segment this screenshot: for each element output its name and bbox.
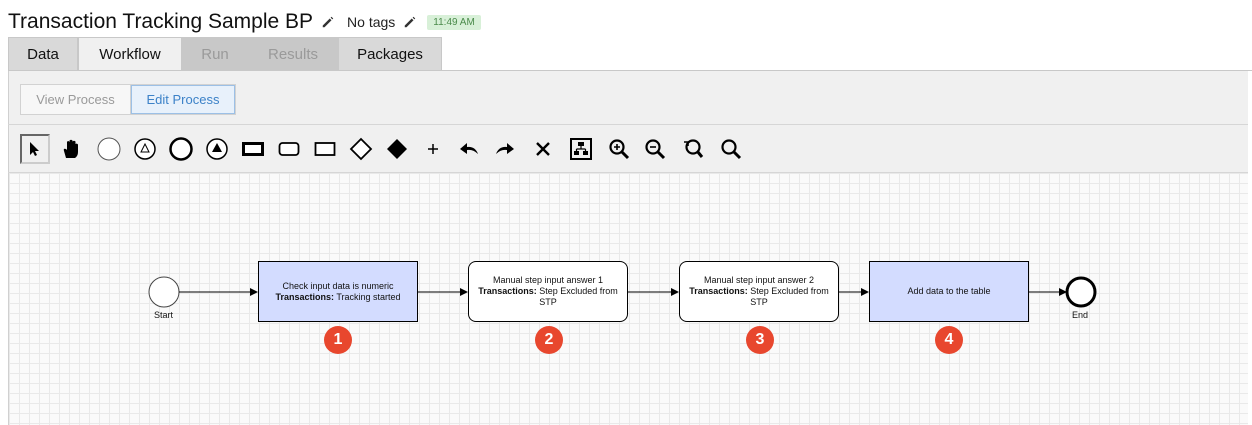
view-mode-toggle: View Process Edit Process (20, 84, 236, 115)
redo-icon[interactable] (490, 134, 520, 164)
task-transactions-label: Transactions: (478, 286, 537, 296)
tab-data[interactable]: Data (8, 37, 78, 71)
tab-results: Results (248, 37, 338, 71)
zoom-fit-icon[interactable] (716, 134, 746, 164)
edit-title-pencil-icon[interactable] (321, 15, 335, 29)
task-transactions-label: Transactions: (689, 286, 748, 296)
step-badge-4: 4 (935, 326, 963, 354)
task-check-input[interactable]: Check input data is numeric Transactions:… (258, 261, 418, 322)
delete-icon[interactable] (528, 134, 558, 164)
toolbar-divider-top (8, 124, 1248, 125)
rounded-task-icon[interactable] (274, 134, 304, 164)
start-event-label: Start (154, 310, 174, 320)
task-transactions-value: Tracking started (334, 291, 401, 302)
intermediate-event-icon[interactable] (130, 134, 160, 164)
start-event-icon[interactable] (94, 134, 124, 164)
task-title: Add data to the table (907, 286, 991, 296)
tab-bar: Data Workflow Run Results Packages (8, 37, 442, 71)
view-process-button[interactable]: View Process (21, 85, 131, 114)
diagram-canvas[interactable] (9, 173, 1248, 425)
task-manual-step-2[interactable]: Manual step input answer 2 Transactions: … (679, 261, 839, 322)
task-title: Manual step input answer 2 (703, 275, 815, 285)
edit-process-button[interactable]: Edit Process (131, 85, 235, 114)
header: Transaction Tracking Sample BP No tags 1… (8, 8, 481, 36)
task-manual-step-1[interactable]: Manual step input answer 1 Transactions: … (468, 261, 628, 322)
step-badge-3: 3 (746, 326, 774, 354)
tab-run: Run (182, 37, 248, 71)
edit-tags-pencil-icon[interactable] (403, 15, 417, 29)
pointer-icon[interactable] (20, 134, 50, 164)
exclusive-gateway-icon[interactable] (382, 134, 412, 164)
terminate-event-icon[interactable] (202, 134, 232, 164)
timestamp-badge: 11:49 AM (427, 14, 481, 30)
task-transactions-value: Step Excluded from STP (747, 286, 829, 307)
subprocess-icon[interactable] (310, 134, 340, 164)
plus-icon[interactable] (418, 134, 448, 164)
step-badge-1: 1 (324, 326, 352, 354)
task-title: Check input data is numeric (282, 280, 394, 291)
layout-icon[interactable] (566, 134, 596, 164)
task-add-data[interactable]: Add data to the table (869, 261, 1029, 322)
zoom-out-icon[interactable] (640, 134, 670, 164)
tab-workflow[interactable]: Workflow (78, 37, 182, 71)
page-title: Transaction Tracking Sample BP (8, 10, 314, 33)
gateway-icon[interactable] (346, 134, 376, 164)
hand-icon[interactable] (56, 134, 86, 164)
step-badge-2: 2 (535, 326, 563, 354)
task-icon[interactable] (238, 134, 268, 164)
tags-label: No tags (347, 14, 396, 30)
zoom-reset-icon[interactable] (678, 134, 708, 164)
task-transactions-label: Transactions: (275, 291, 334, 302)
undo-icon[interactable] (454, 134, 484, 164)
tab-packages[interactable]: Packages (338, 37, 442, 71)
task-title: Manual step input answer 1 (492, 275, 604, 285)
end-event-icon[interactable] (166, 134, 196, 164)
end-event-label: End (1072, 310, 1089, 320)
zoom-in-icon[interactable] (604, 134, 634, 164)
task-transactions-value: Step Excluded from STP (536, 286, 618, 307)
